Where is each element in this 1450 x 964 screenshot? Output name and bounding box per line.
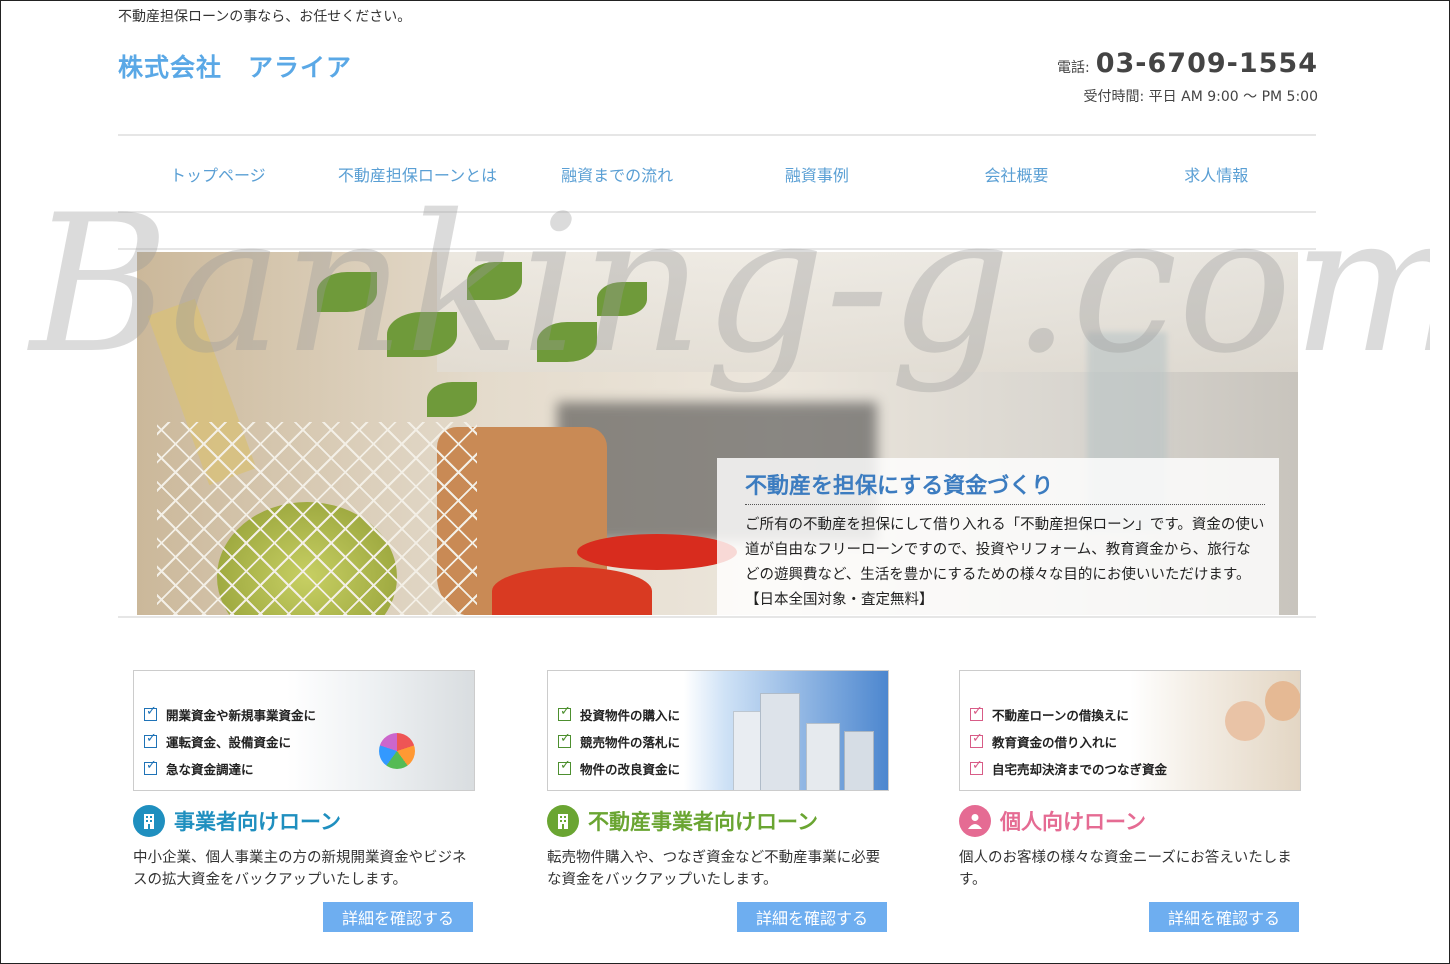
card-banner: 投資物件の購入に 競売物件の落札に 物件の改良資金に: [547, 670, 889, 791]
check-item: 運転資金、設備資金に: [144, 728, 316, 755]
check-item: 自宅売却決済までのつなぎ資金: [970, 755, 1167, 782]
nav-item-about-loan[interactable]: 不動産担保ローンとは: [318, 136, 518, 211]
check-item: 不動産ローンの借換えに: [970, 701, 1167, 728]
card-title[interactable]: 個人向けローン: [1000, 806, 1146, 836]
details-button[interactable]: 詳細を確認する: [323, 902, 473, 932]
building-icon: [547, 805, 579, 837]
card-personal-loan: 不動産ローンの借換えに 教育資金の借り入れに 自宅売却決済までのつなぎ資金 個人…: [959, 670, 1301, 932]
details-button[interactable]: 詳細を確認する: [737, 902, 887, 932]
family-photo: [1225, 701, 1265, 741]
card-realestate-loan: 投資物件の購入に 競売物件の落札に 物件の改良資金に 不動産事業者向けローン 転…: [547, 670, 889, 932]
nav-item-top[interactable]: トップページ: [118, 136, 318, 211]
card-banner: 開業資金や新規事業資金に 運転資金、設備資金に 急な資金調達に: [133, 670, 475, 791]
checkbox-icon: [144, 731, 157, 748]
check-item: 開業資金や新規事業資金に: [144, 701, 316, 728]
checkbox-icon: [558, 731, 571, 748]
card-business-loan: 開業資金や新規事業資金に 運転資金、設備資金に 急な資金調達に 事業者向けローン…: [133, 670, 475, 932]
card-text: 個人のお客様の様々な資金ニーズにお答えいたします。: [959, 850, 1292, 888]
main-nav: トップページ 不動産担保ローンとは 融資までの流れ 融資事例 会社概要 求人情報: [118, 134, 1316, 213]
check-item: 急な資金調達に: [144, 755, 316, 782]
pie-chart-image: [379, 733, 415, 769]
nav-item-recruit[interactable]: 求人情報: [1116, 136, 1316, 211]
details-button[interactable]: 詳細を確認する: [1149, 902, 1299, 932]
checkbox-icon: [558, 758, 571, 775]
phone-label: 電話:: [1057, 60, 1090, 76]
nav-item-company[interactable]: 会社概要: [917, 136, 1117, 211]
card-text: 中小企業、個人事業主の方の新規開業資金やビジネスの拡大資金をバックアップいたしま…: [133, 850, 467, 888]
person-icon: [959, 805, 991, 837]
check-item: 競売物件の落札に: [558, 728, 680, 755]
hero-text: ご所有の不動産を担保にして借り入れる「不動産担保ローン」です。資金の使い道が自由…: [745, 517, 1265, 608]
check-item: 投資物件の購入に: [558, 701, 680, 728]
divider: [118, 248, 1316, 250]
phone-block: 電話: 03-6709-1554: [1057, 48, 1318, 79]
checkbox-icon: [144, 704, 157, 721]
business-hours: 受付時間: 平日 AM 9:00 ～ PM 5:00: [1083, 89, 1318, 105]
checkbox-icon: [144, 758, 157, 775]
card-title[interactable]: 不動産事業者向けローン: [588, 806, 818, 836]
card-text: 転売物件購入や、つなぎ資金など不動産事業に必要な資金をバックアップいたします。: [547, 850, 881, 888]
hero-title: 不動産を担保にする資金づくり: [745, 468, 1265, 505]
card-title[interactable]: 事業者向けローン: [174, 806, 341, 836]
nav-item-cases[interactable]: 融資事例: [717, 136, 917, 211]
hero-caption: 不動産を担保にする資金づくり ご所有の不動産を担保にして借り入れる「不動産担保ロ…: [717, 458, 1279, 615]
company-logo[interactable]: 株式会社 アライア: [118, 48, 352, 84]
checkbox-icon: [970, 758, 983, 775]
family-photo: [1265, 681, 1300, 721]
tower-image: [806, 723, 840, 790]
tower-image: [760, 693, 800, 790]
building-icon: [133, 805, 165, 837]
card-banner: 不動産ローンの借換えに 教育資金の借り入れに 自宅売却決済までのつなぎ資金: [959, 670, 1301, 791]
phone-number[interactable]: 03-6709-1554: [1096, 48, 1318, 79]
nav-item-flow[interactable]: 融資までの流れ: [517, 136, 717, 211]
check-item: 教育資金の借り入れに: [970, 728, 1167, 755]
tower-image: [844, 731, 874, 790]
check-item: 物件の改良資金に: [558, 755, 680, 782]
divider: [118, 616, 1316, 618]
checkbox-icon: [970, 704, 983, 721]
header-tagline: 不動産担保ローンの事なら、お任せください。: [118, 9, 412, 25]
checkbox-icon: [970, 731, 983, 748]
checkbox-icon: [558, 704, 571, 721]
